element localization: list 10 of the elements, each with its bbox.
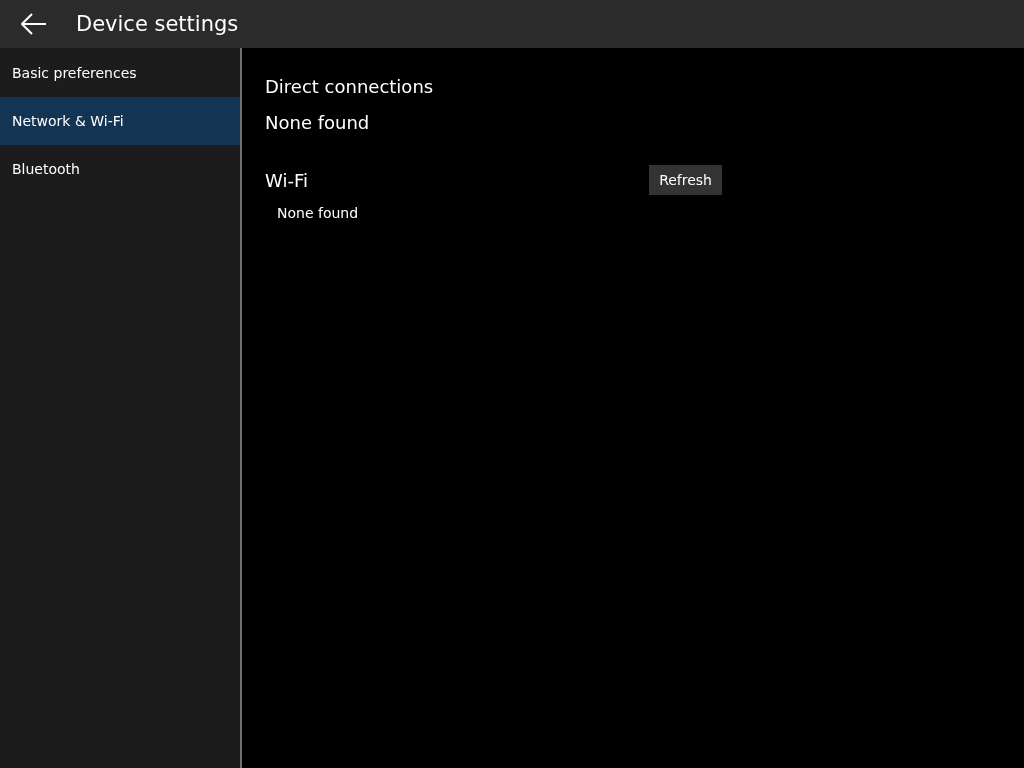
sidebar-item[interactable]: Network & Wi-Fi: [0, 97, 240, 145]
status-text: None found: [277, 205, 360, 221]
section-heading: Wi-Fi: [265, 169, 308, 191]
section-heading: Direct connections: [265, 76, 435, 97]
refresh-button[interactable]: Refresh: [649, 165, 722, 195]
page-title: Device settings: [76, 12, 239, 36]
back-arrow-icon: [21, 13, 47, 35]
sidebar-item[interactable]: Basic preferences: [0, 49, 240, 97]
status-text: None found: [265, 112, 371, 133]
sidebar-item[interactable]: Bluetooth: [0, 145, 240, 193]
